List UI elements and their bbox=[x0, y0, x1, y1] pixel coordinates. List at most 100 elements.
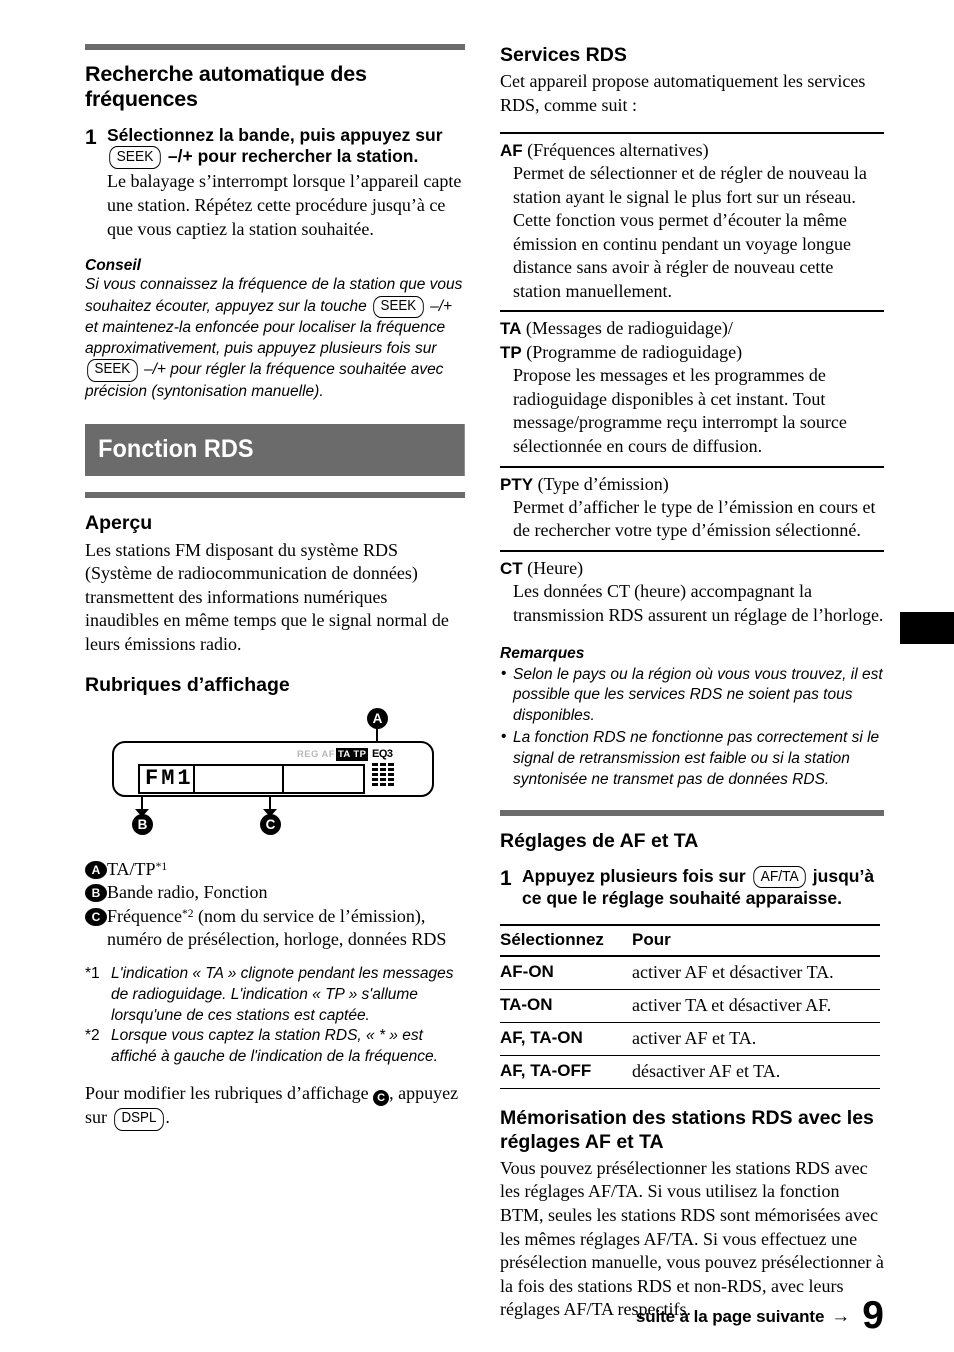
service-abbr-tp: TP bbox=[500, 342, 522, 362]
display-change-instruction: Pour modifier les rubriques d’affichage … bbox=[85, 1082, 465, 1131]
footnote-item: *1 L'indication « TA » clignote pendant … bbox=[85, 964, 465, 1026]
service-abbr-pty: PTY bbox=[500, 474, 534, 494]
tip-body: Si vous connaissez la fréquence de la st… bbox=[85, 275, 465, 402]
page-title: Recherche automatique des fréquences bbox=[85, 62, 367, 112]
service-entry-af: AF (Fréquences alternatives) Permet de s… bbox=[500, 131, 884, 311]
table-cell-description: activer TA et désactiver AF. bbox=[632, 989, 880, 1024]
table-header-for: Pour bbox=[632, 924, 880, 958]
footnote-text-2: Lorsque vous captez la station RDS, « * … bbox=[111, 1027, 438, 1065]
service-term-text-af: (Fréquences alternatives) bbox=[527, 139, 709, 160]
display-change-text-3: . bbox=[165, 1107, 170, 1128]
table-header-select: Sélectionnez bbox=[500, 924, 632, 958]
rule-above-reglages bbox=[500, 810, 884, 817]
marker-c: C bbox=[260, 813, 281, 835]
step-af-ta-text-1: Appuyez plusieurs fois sur bbox=[522, 865, 746, 886]
seek-key-button-tip-2[interactable]: SEEK bbox=[87, 359, 138, 382]
service-term-tp: TP (Programme de radioguidage) bbox=[500, 341, 884, 364]
legend-text-b: Bande radio, Fonction bbox=[107, 882, 268, 903]
footnote-text-1: L'indication « TA » clignote pendant les… bbox=[111, 965, 454, 1024]
legend-badge-c: C bbox=[85, 907, 107, 926]
marker-b: B bbox=[132, 813, 153, 835]
service-entry-pty: PTY (Type d’émission) Permet d’afficher … bbox=[500, 465, 884, 551]
page-thumb-tab bbox=[900, 612, 954, 644]
table-cell-setting: AF, TA-OFF bbox=[500, 1055, 632, 1090]
step-auto-tuning: 1 Sélectionnez la bande, puis appuyez su… bbox=[85, 125, 465, 242]
lcd-level-bars bbox=[372, 762, 402, 793]
af-ta-settings-table: Sélectionnez Pour AF-ON activer AF et dé… bbox=[500, 924, 880, 1090]
legend-item: B Bande radio, Fonction bbox=[85, 881, 465, 904]
table-cell-setting: AF, TA-ON bbox=[500, 1022, 632, 1057]
legend-text-c: Fréquence*2 (nom du service de l’émissio… bbox=[107, 905, 447, 949]
step-number: 1 bbox=[85, 125, 97, 149]
tip-text-3: –/+ pour régler la fréquence souhaitée a… bbox=[85, 361, 444, 400]
lcd-flag-tatp: TA TP bbox=[335, 747, 369, 761]
step-number-af-ta: 1 bbox=[500, 866, 512, 890]
marker-a: A bbox=[367, 707, 388, 729]
seek-key-button[interactable]: SEEK bbox=[109, 146, 161, 170]
note-item: La fonction RDS ne fonctionne pas correc… bbox=[500, 727, 884, 790]
legend-item: C Fréquence*2 (nom du service de l’émiss… bbox=[85, 905, 465, 952]
table-row: AF, TA-ON activer AF et TA. bbox=[500, 1022, 880, 1057]
footnote-list: *1 L'indication « TA » clignote pendant … bbox=[85, 964, 465, 1067]
services-rds-heading: Services RDS bbox=[500, 44, 627, 66]
continued-label: suite à la page suivante bbox=[635, 1307, 825, 1326]
reglages-heading: Réglages de AF et TA bbox=[500, 830, 699, 853]
apercu-heading: Aperçu bbox=[85, 512, 153, 535]
step-title-af-ta: Appuyez plusieurs fois sur AF/TA jusqu’à… bbox=[522, 865, 884, 910]
tip-heading: Conseil bbox=[85, 257, 141, 275]
table-cell-description: activer AF et désactiver TA. bbox=[632, 956, 880, 991]
step-title-part2: –/+ pour rechercher la station. bbox=[167, 146, 419, 167]
rds-function-banner: Fonction RDS bbox=[85, 424, 465, 477]
right-column: Services RDS Cet appareil propose automa… bbox=[500, 44, 884, 1322]
seek-key-button-tip-1[interactable]: SEEK bbox=[373, 296, 424, 319]
step-title: Sélectionnez la bande, puis appuyez sur … bbox=[107, 124, 465, 170]
service-term-text-ta: (Messages de radioguidage)/ bbox=[525, 318, 733, 339]
table-row: TA-ON activer TA et désactiver AF. bbox=[500, 989, 880, 1024]
service-entry-ct: CT (Heure) Les données CT (heure) accomp… bbox=[500, 550, 884, 635]
table-header-row: Sélectionnez Pour bbox=[500, 924, 880, 958]
top-rule-left bbox=[85, 44, 465, 50]
display-illustration: A REG AF TA TP EQ3 FM1 B C bbox=[85, 707, 465, 848]
table-row: AF, TA-OFF désactiver AF et TA. bbox=[500, 1055, 880, 1090]
footnote-item: *2 Lorsque vous captez la station RDS, «… bbox=[85, 1026, 465, 1067]
display-change-text-1: Pour modifier les rubriques d’affichage bbox=[85, 1083, 369, 1104]
lcd-eq-label: EQ3 bbox=[372, 747, 393, 760]
service-term-af: AF (Fréquences alternatives) bbox=[500, 139, 884, 162]
page-number: 9 bbox=[862, 1294, 884, 1337]
table-cell-setting: TA-ON bbox=[500, 989, 632, 1024]
legend-badge-b: B bbox=[85, 884, 107, 903]
table-row: AF-ON activer AF et désactiver TA. bbox=[500, 956, 880, 991]
legend-item: A TA/TP*1 bbox=[85, 858, 465, 881]
service-abbr-ct: CT bbox=[500, 559, 523, 579]
service-definition-ct: Les données CT (heure) accompagnant la t… bbox=[513, 581, 884, 626]
service-definition-af: Permet de sélectionner et de régler de n… bbox=[513, 162, 867, 301]
service-definition-pty: Permet d’afficher le type de l’émission … bbox=[513, 496, 876, 541]
service-abbr-af: AF bbox=[500, 140, 523, 160]
notes-list: Selon le pays ou la région où vous vous … bbox=[500, 664, 884, 791]
service-entry-tatp: TA (Messages de radioguidage)/ TP (Progr… bbox=[500, 310, 884, 465]
lcd-flags-dim: REG AF bbox=[297, 748, 335, 760]
dspl-key-button[interactable]: DSPL bbox=[113, 1108, 164, 1131]
service-abbr-ta: TA bbox=[500, 319, 522, 339]
service-term-text-tp: (Programme de radioguidage) bbox=[526, 341, 743, 362]
table-cell-description: activer AF et TA. bbox=[632, 1022, 880, 1057]
footnote-mark-2: *2 bbox=[85, 1027, 100, 1045]
note-item: Selon le pays ou la région où vous vous … bbox=[500, 664, 884, 727]
legend-text-a: TA/TP*1 bbox=[107, 858, 168, 879]
service-term-ct: CT (Heure) bbox=[500, 557, 884, 580]
table-cell-setting: AF-ON bbox=[500, 956, 632, 991]
service-term-pty: PTY (Type d’émission) bbox=[500, 473, 884, 496]
rds-function-banner-wrap: Fonction RDS bbox=[85, 424, 465, 477]
services-rds-intro: Cet appareil propose automatiquement les… bbox=[500, 71, 866, 115]
step-af-ta: 1 Appuyez plusieurs fois sur AF/TA jusqu… bbox=[500, 865, 884, 910]
service-definition-tatp: Propose les messages et les programmes d… bbox=[513, 365, 847, 456]
service-term-text-pty: (Type d’émission) bbox=[537, 473, 669, 494]
arrow-right-icon: → bbox=[831, 1306, 851, 1327]
notes-heading: Remarques bbox=[500, 644, 585, 662]
step-title-part1: Sélectionnez la bande, puis appuyez sur bbox=[107, 124, 443, 145]
step-description: Le balayage s’interrompt lorsque l’appar… bbox=[107, 171, 462, 239]
display-change-badge-c: C bbox=[373, 1090, 390, 1107]
page-footer: suite à la page suivante → 9 bbox=[635, 1294, 884, 1337]
service-term-ta: TA (Messages de radioguidage)/ bbox=[500, 317, 884, 340]
af-ta-key-button[interactable]: AF/TA bbox=[752, 865, 806, 889]
